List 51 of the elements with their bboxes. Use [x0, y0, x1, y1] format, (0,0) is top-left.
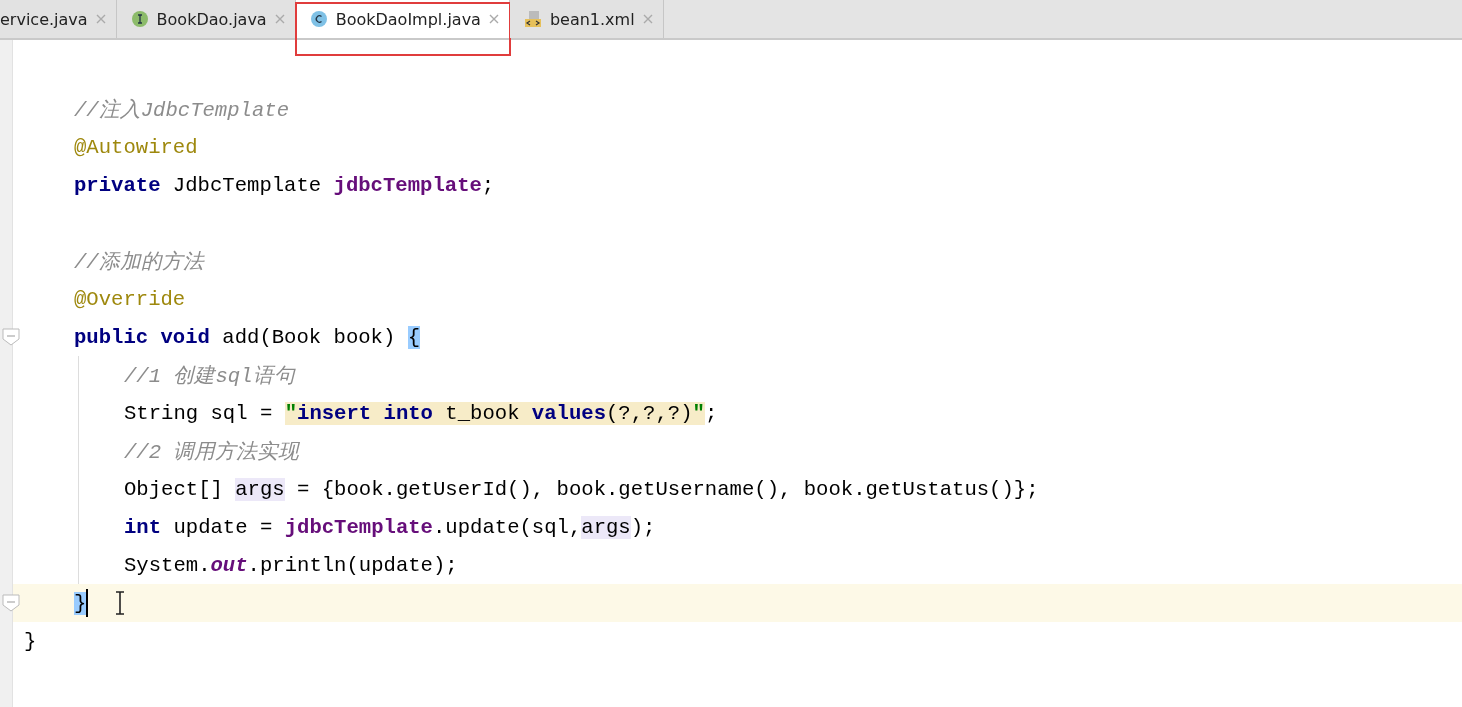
code-token: out [210, 553, 248, 577]
code-token: insert into [297, 401, 433, 425]
code-token: } [24, 629, 37, 653]
code-token: public void [74, 325, 210, 349]
class-icon [309, 10, 328, 28]
code-token: private [74, 173, 161, 197]
code-token: " [284, 401, 298, 425]
code-token: System. [124, 553, 211, 577]
code-token: jdbcTemplate [284, 515, 433, 539]
code-token: ; [704, 401, 718, 425]
editor-tab[interactable]: bean1.xml [509, 0, 664, 38]
code-token: update = [172, 515, 274, 539]
code-token: int [124, 515, 162, 539]
code-token: @Autowired [74, 135, 198, 159]
code-token: @Override [74, 287, 186, 311]
code-token: } [74, 591, 87, 615]
close-icon[interactable] [488, 14, 499, 24]
close-icon[interactable] [95, 14, 106, 24]
tab-label: BookDaoImpl.java [335, 9, 481, 29]
code-token: { [407, 325, 421, 349]
text-cursor-icon [114, 591, 127, 615]
code-token: String sql = [124, 401, 274, 425]
tab-label: BookDao.java [156, 9, 267, 29]
editor-tab[interactable]: BookDaoImpl.java [295, 0, 510, 38]
code-token: add(Book book) [221, 325, 397, 349]
code-comment: //2 调用方法实现 [124, 439, 300, 465]
code-token: Object[] [124, 477, 224, 501]
xml-file-icon [523, 10, 542, 28]
code-token: values [531, 401, 606, 425]
code-token: args [235, 477, 285, 501]
code-comment: //注入JdbcTemplate [74, 97, 290, 123]
code-token: t_book [433, 401, 532, 425]
code-token: args [581, 515, 631, 539]
interface-icon [130, 10, 149, 28]
code-token: ; [481, 173, 495, 197]
close-icon[interactable] [642, 14, 653, 24]
fold-icon[interactable] [2, 328, 20, 346]
editor-tab[interactable]: ervice.java [0, 0, 117, 38]
code-token: (?,?,?) [606, 401, 693, 425]
tab-label: ervice.java [0, 9, 88, 29]
code-token: .println(update); [247, 553, 458, 577]
code-token: JdbcTemplate [171, 173, 323, 197]
fold-icon[interactable] [2, 594, 20, 612]
close-icon[interactable] [274, 14, 285, 24]
code-token: = {book.getUserId(), book.getUsername(), book.getUstatus()}; [296, 477, 1039, 501]
code-token: jdbcTemplate [333, 173, 482, 197]
code-token: .update(sql, [433, 515, 582, 539]
code-comment: //添加的方法 [74, 249, 204, 275]
code-token: ); [630, 515, 656, 539]
code-comment: //1 创建sql语句 [124, 364, 295, 389]
tab-label: bean1.xml [549, 9, 635, 29]
